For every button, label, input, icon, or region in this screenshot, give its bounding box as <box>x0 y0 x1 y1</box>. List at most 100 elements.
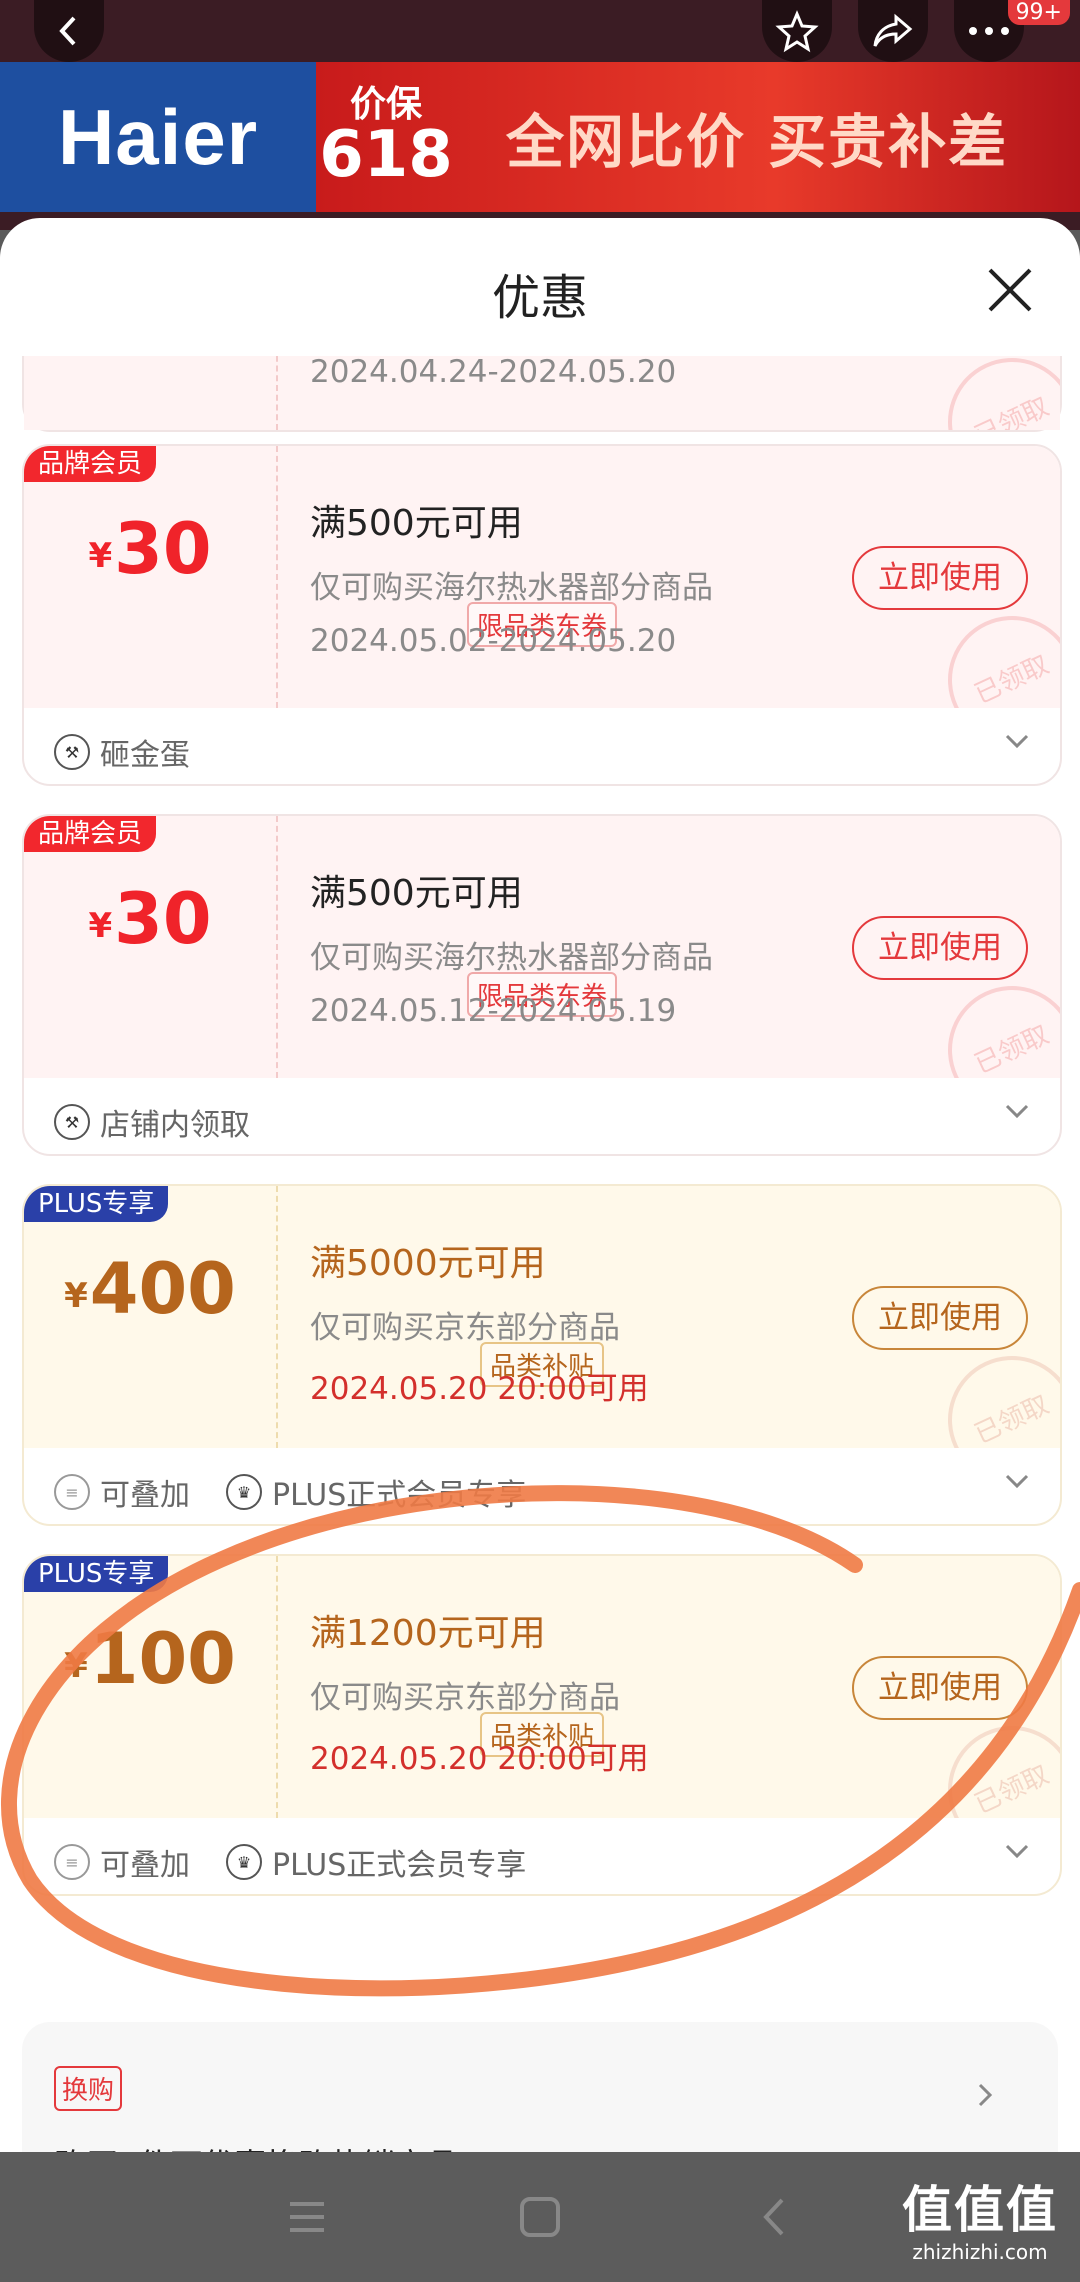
use-now-button[interactable]: 立即使用 <box>852 546 1028 610</box>
hammer-icon: ⚒ <box>54 734 90 770</box>
coupon-footer[interactable]: ≡ 可叠加 ♛ PLUS正式会员专享 <box>24 1448 1060 1524</box>
claimed-stamp: 已领取 <box>926 1704 1060 1818</box>
promo-text: 全网比价 买贵补差 <box>506 108 1009 176</box>
watermark-domain: zhizhizhi.com <box>912 2240 1048 2264</box>
coupon-amount: ¥400 <box>64 1248 236 1330</box>
coupon-scope: 仅可购买海尔热水器部分商品 <box>310 570 713 606</box>
coupon-card: PLUS专享 ¥100 品类补贴 满1200元可用 仅可购买京东部分商品 202… <box>22 1554 1062 1896</box>
coupon-card: PLUS专享 ¥400 品类补贴 满5000元可用 仅可购买京东部分商品 202… <box>22 1184 1062 1526</box>
coupon-footer[interactable]: ≡ 可叠加 ♛ PLUS正式会员专享 <box>24 1818 1060 1894</box>
coupon-footer[interactable]: ⚒ 砸金蛋 <box>24 708 1060 784</box>
star-icon <box>775 10 819 53</box>
chevron-down-icon[interactable] <box>1004 728 1030 754</box>
more-icon <box>969 27 1009 35</box>
promo-618-bottom: 618 <box>319 118 453 192</box>
claimed-stamp: 已领取 <box>926 964 1060 1078</box>
chevron-down-icon[interactable] <box>1004 1838 1030 1864</box>
brand-logo: Haier <box>0 62 316 212</box>
coupon-date: 2024.05.20 20:00可用 <box>310 1371 649 1407</box>
footer-source-text: 砸金蛋 <box>100 738 190 773</box>
message-badge: 99+ <box>1007 0 1070 25</box>
share-button[interactable] <box>858 0 928 62</box>
use-now-button[interactable]: 立即使用 <box>852 1286 1028 1350</box>
coupon-scope: 仅可购买海尔热水器部分商品 <box>310 940 713 976</box>
footer-stackable-text: 可叠加 <box>100 1848 190 1883</box>
coupon-condition: 满500元可用 <box>310 503 523 544</box>
coupon-info: 满1200元可用 仅可购买京东部分商品 2024.05.20 20:00可用 <box>310 1604 649 1778</box>
coupon-body: PLUS专享 ¥100 品类补贴 满1200元可用 仅可购买京东部分商品 202… <box>24 1556 1060 1818</box>
coupon-amount: ¥30 <box>88 878 212 960</box>
promo-area: 价保 618 全网比价 买贵补差 <box>316 62 1080 212</box>
coupon-condition: 满5000元可用 <box>310 1243 546 1284</box>
coupon-date: 2024.05.12-2024.05.19 <box>310 993 677 1029</box>
coupon-scope: 仅可购买京东部分商品 <box>310 1310 620 1346</box>
stack-icon: ≡ <box>54 1474 90 1510</box>
footer-source: ⚒ 砸金蛋 <box>54 730 190 774</box>
footer-stackable: ≡ 可叠加 <box>54 1470 190 1514</box>
back-icon <box>59 16 76 46</box>
product-header: 99+ Haier 价保 618 全网比价 买贵补差 <box>0 0 1080 230</box>
footer-plus-member: ♛ PLUS正式会员专享 <box>226 1840 526 1884</box>
crown-icon: ♛ <box>226 1474 262 1510</box>
coupon-date: 2024.05.20 20:00可用 <box>310 1741 649 1777</box>
claimed-stamp: 已领取 <box>926 1334 1060 1448</box>
footer-plus-text: PLUS正式会员专享 <box>272 1478 527 1513</box>
watermark: 值值值 zhizhizhi.com <box>902 2170 1058 2264</box>
coupon-body: PLUS专享 ¥400 品类补贴 满5000元可用 仅可购买京东部分商品 202… <box>24 1186 1060 1448</box>
footer-source-text: 店铺内领取 <box>100 1108 250 1143</box>
coupon-date: 2024.04.24-2024.05.20 <box>310 356 677 390</box>
coupon-tag: 品牌会员 <box>24 446 157 482</box>
promo-banner[interactable]: Haier 价保 618 全网比价 买贵补差 <box>0 62 1080 212</box>
use-now-button[interactable]: 立即使用 <box>852 916 1028 980</box>
swap-purchase-card[interactable]: 换购 购买1件可优惠换购热销商品 <box>22 2022 1058 2152</box>
chevron-right-icon <box>978 2083 993 2107</box>
coupon-info: 满5000元可用 仅可购买京东部分商品 2024.05.20 20:00可用 <box>310 1234 649 1408</box>
store-icon: ⚒ <box>54 1104 90 1140</box>
close-icon <box>988 268 1032 312</box>
footer-plus-member: ♛ PLUS正式会员专享 <box>226 1470 526 1514</box>
close-button[interactable] <box>980 260 1040 320</box>
coupon-body: 2024.04.24-2024.05.20 已领取 <box>24 356 1060 430</box>
share-icon <box>873 13 913 47</box>
coupon-amount: ¥30 <box>88 508 212 590</box>
discount-sheet: 优惠 2024.04.24-2024.05.20 已领取 品牌会员 ¥30 限品… <box>0 218 1080 2152</box>
coupon-left <box>24 356 278 430</box>
coupon-card: 品牌会员 ¥30 限品类东券 满500元可用 仅可购买海尔热水器部分商品 202… <box>22 814 1062 1156</box>
coupon-scope: 仅可购买京东部分商品 <box>310 1680 620 1716</box>
swap-text: 购买1件可优惠换购热销商品 <box>54 2140 458 2152</box>
chevron-down-icon[interactable] <box>1004 1468 1030 1494</box>
watermark-logo: 值值值 <box>902 2181 1058 2239</box>
coupon-info: 满500元可用 仅可购买海尔热水器部分商品 2024.05.12-2024.05… <box>310 864 713 1029</box>
coupon-tag: PLUS专享 <box>24 1186 169 1222</box>
coupon-list[interactable]: 2024.04.24-2024.05.20 已领取 品牌会员 ¥30 限品类东券… <box>0 356 1080 2152</box>
footer-plus-text: PLUS正式会员专享 <box>272 1848 527 1883</box>
recent-apps-icon[interactable] <box>282 2192 332 2242</box>
coupon-card: 品牌会员 ¥30 限品类东券 满500元可用 仅可购买海尔热水器部分商品 202… <box>22 444 1062 786</box>
claimed-stamp: 已领取 <box>926 594 1060 708</box>
coupon-date: 2024.05.02-2024.05.20 <box>310 623 677 659</box>
favorite-button[interactable] <box>762 0 832 62</box>
use-now-button[interactable]: 立即使用 <box>852 1656 1028 1720</box>
coupon-footer[interactable]: ⚒ 店铺内领取 <box>24 1078 1060 1154</box>
swap-tag: 换购 <box>54 2066 123 2111</box>
stack-icon: ≡ <box>54 1844 90 1880</box>
coupon-amount: ¥100 <box>64 1618 236 1700</box>
home-icon[interactable] <box>515 2192 565 2242</box>
sheet-title: 优惠 <box>491 270 588 326</box>
coupon-body: 品牌会员 ¥30 限品类东券 满500元可用 仅可购买海尔热水器部分商品 202… <box>24 446 1060 708</box>
coupon-tag: 品牌会员 <box>24 816 157 852</box>
footer-stackable-text: 可叠加 <box>100 1478 190 1513</box>
promo-618-badge: 价保 618 <box>316 87 456 192</box>
coupon-condition: 满1200元可用 <box>310 1613 546 1654</box>
coupon-condition: 满500元可用 <box>310 873 523 914</box>
chevron-down-icon[interactable] <box>1004 1098 1030 1124</box>
coupon-body: 品牌会员 ¥30 限品类东券 满500元可用 仅可购买海尔热水器部分商品 202… <box>24 816 1060 1078</box>
coupon-tag: PLUS专享 <box>24 1556 169 1592</box>
coupon-card-partial: 2024.04.24-2024.05.20 已领取 <box>22 356 1062 432</box>
coupon-info: 满500元可用 仅可购买海尔热水器部分商品 2024.05.02-2024.05… <box>310 494 713 659</box>
crown-icon: ♛ <box>226 1844 262 1880</box>
footer-stackable: ≡ 可叠加 <box>54 1840 190 1884</box>
claimed-stamp: 已领取 <box>926 356 1060 430</box>
back-nav-icon[interactable] <box>750 2192 800 2242</box>
back-button[interactable] <box>34 0 104 62</box>
